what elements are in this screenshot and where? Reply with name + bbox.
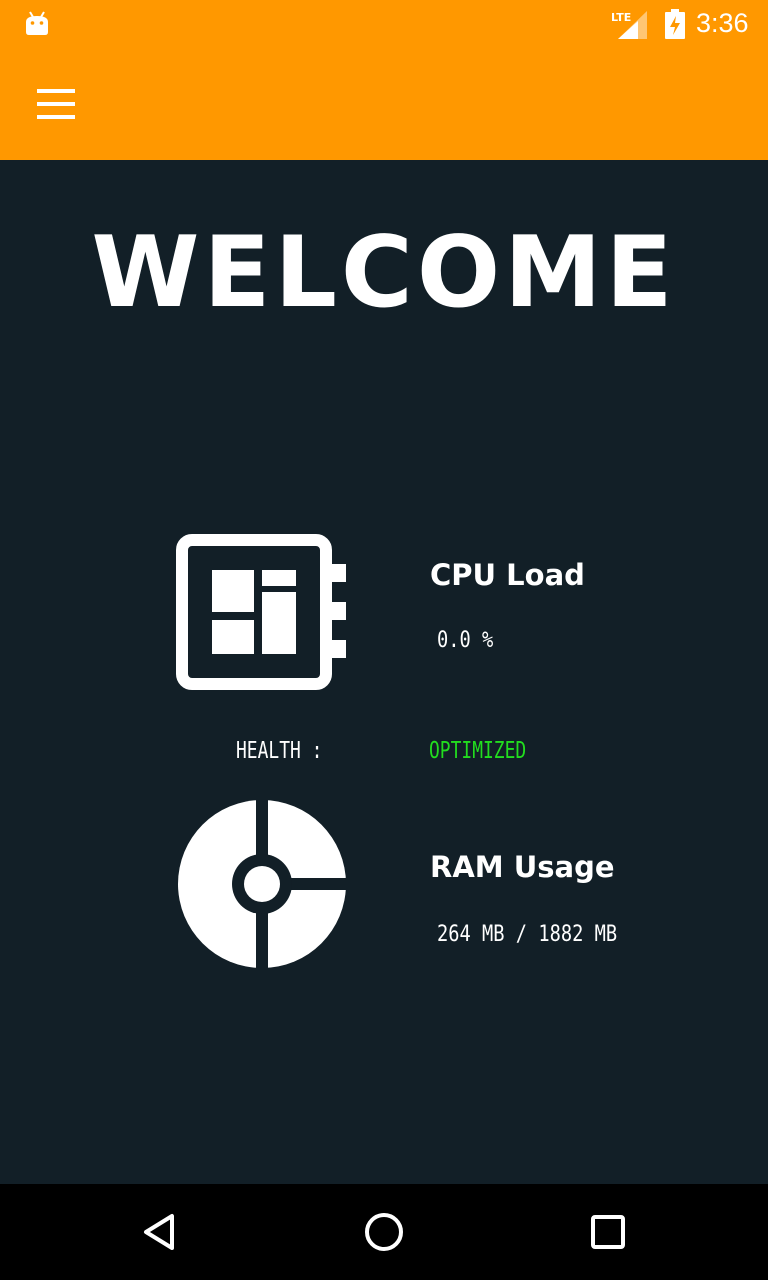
- recents-icon[interactable]: [560, 1184, 656, 1280]
- main-content: WELCOME CPU Load 0.0 % HEALTH : OPTIMIZE…: [0, 160, 768, 1184]
- ram-usage-title: RAM Usage: [430, 850, 615, 884]
- lte-signal-icon: LTE: [611, 11, 647, 39]
- status-time: 3:36: [696, 8, 749, 38]
- svg-text:LTE: LTE: [611, 11, 631, 24]
- cpu-load-title: CPU Load: [430, 558, 585, 592]
- cpu-chip-icon: [176, 534, 346, 690]
- android-icon: [26, 11, 48, 35]
- health-label: HEALTH :: [236, 738, 323, 764]
- app-bar: [0, 48, 768, 160]
- cpu-load-value: 0.0 %: [437, 628, 494, 653]
- page-title: WELCOME: [91, 216, 677, 330]
- ram-usage-value: 264 MB / 1882 MB: [437, 922, 618, 947]
- back-icon[interactable]: [112, 1184, 208, 1280]
- health-status: OPTIMIZED: [429, 738, 527, 764]
- home-icon[interactable]: [336, 1184, 432, 1280]
- battery-charging-icon: [665, 9, 685, 39]
- status-bar: LTE 3:36: [0, 0, 768, 48]
- navigation-bar: [0, 1184, 768, 1280]
- ram-pie-icon: [178, 798, 348, 970]
- hamburger-menu-icon[interactable]: [24, 76, 88, 132]
